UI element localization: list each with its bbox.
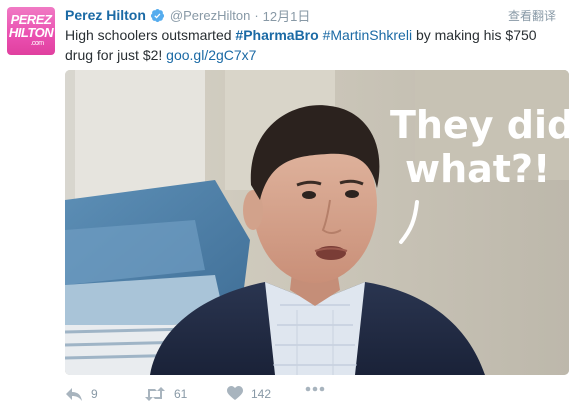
translate-link[interactable]: 查看翻译 (508, 7, 556, 24)
tweet-header: Perez Hilton @PerezHilton · 12月1日 (65, 6, 310, 24)
photo-caption-line-1: They did (390, 103, 569, 147)
like-count: 142 (251, 386, 272, 401)
author-fullname[interactable]: Perez Hilton (65, 7, 146, 23)
author-screen-name[interactable]: @PerezHilton (170, 8, 250, 23)
tweet-text-before: High schoolers outsmarted (65, 27, 236, 43)
avatar-logo-line-2: HILTON (8, 25, 54, 40)
hashtag-pharmabro[interactable]: #PharmaBro (235, 27, 318, 43)
reply-button[interactable]: 9 (65, 386, 98, 402)
avatar[interactable]: PEREZ HILTON .com (7, 7, 55, 55)
tweet-timestamp[interactable]: 12月1日 (263, 6, 311, 25)
tweet-card: PEREZ HILTON .com Perez Hilton @PerezHil… (0, 0, 575, 412)
photo-caption-line-2: what?! (405, 147, 550, 191)
retweet-button[interactable]: 61 (144, 386, 187, 402)
more-button[interactable] (305, 386, 325, 392)
photo-illustration: They did what?! (65, 70, 569, 375)
tweet-media-photo[interactable]: They did what?! (65, 70, 569, 375)
avatar-logo-line-3: .com (30, 40, 44, 47)
retweet-count: 61 (174, 387, 188, 401)
reply-count: 9 (91, 387, 98, 401)
heart-icon (227, 386, 243, 401)
verified-badge-icon (150, 8, 165, 23)
header-separator: · (254, 7, 259, 23)
hashtag-martinshkreli[interactable]: #MartinShkreli (323, 27, 412, 43)
reply-icon (65, 386, 83, 402)
retweet-icon (144, 386, 166, 402)
like-button[interactable]: 142 (227, 386, 271, 401)
tweet-link[interactable]: goo.gl/2gC7x7 (166, 47, 256, 63)
tweet-text: High schoolers outsmarted #PharmaBro #Ma… (65, 25, 565, 65)
more-dots-icon (305, 386, 325, 392)
